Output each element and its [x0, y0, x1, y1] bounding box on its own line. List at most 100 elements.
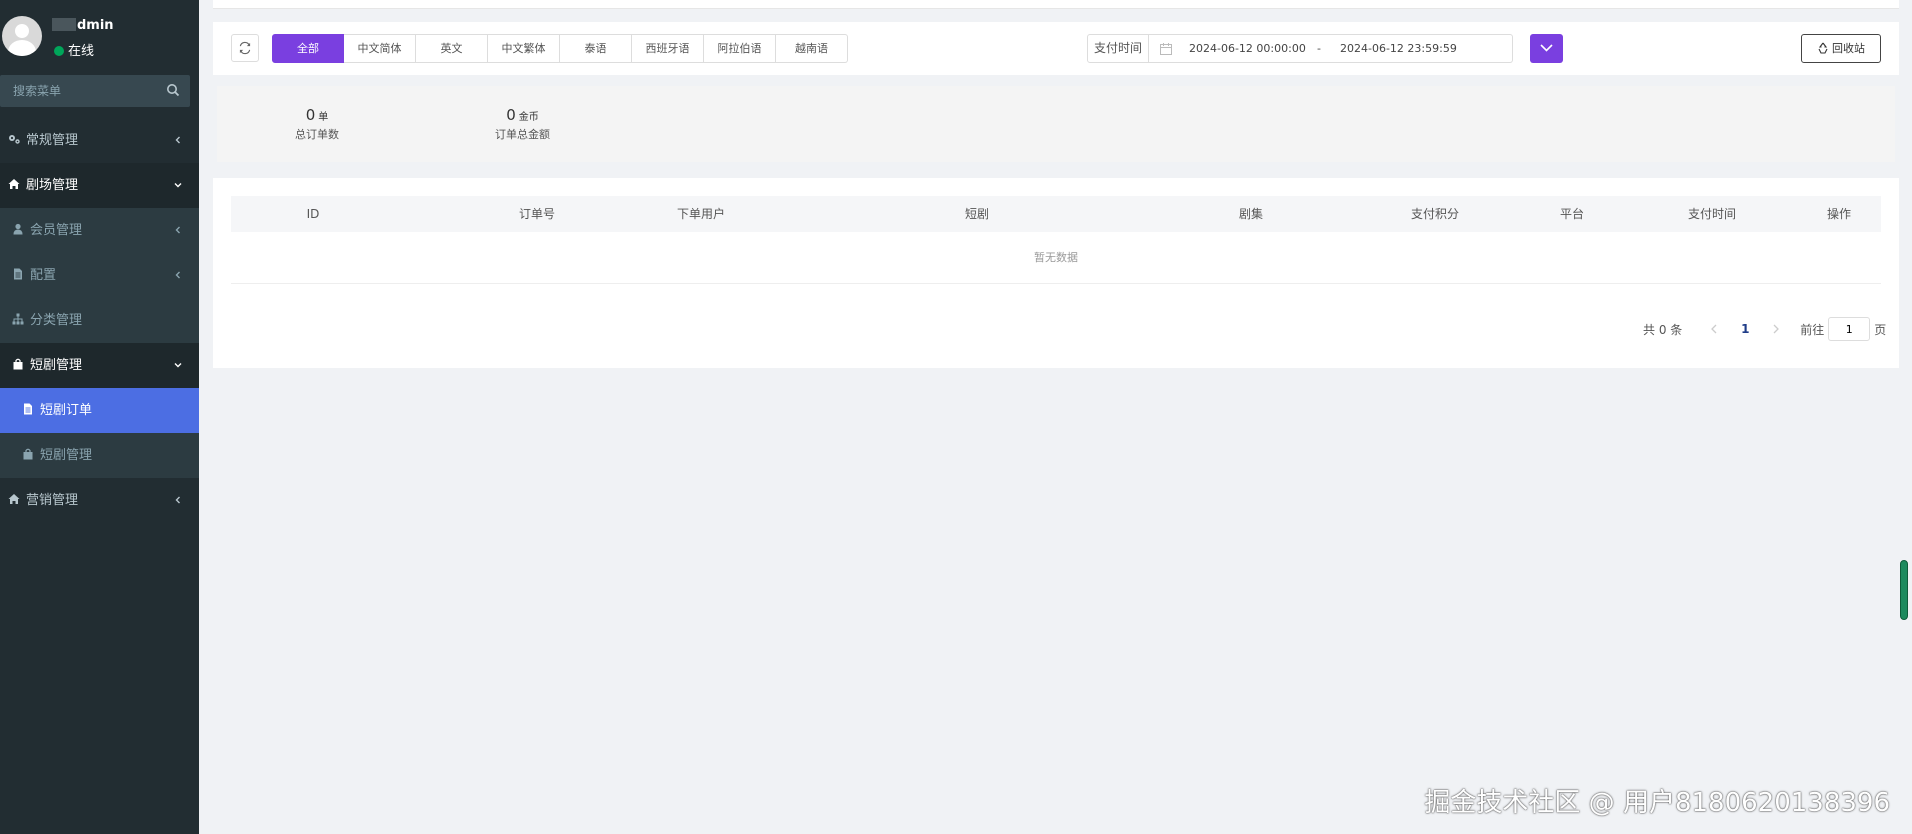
user-status: 在线 [54, 40, 94, 59]
recycle-icon [1818, 42, 1828, 54]
date-separator: - [1317, 42, 1321, 55]
table-empty: 暂无数据 [231, 232, 1881, 284]
sidebar-item-category[interactable]: 分类管理 [0, 298, 199, 343]
sidebar-item-label: 营销管理 [26, 493, 79, 508]
sidebar-item-marketing[interactable]: 营销管理 [0, 478, 199, 523]
date-label: 支付时间 [1087, 34, 1149, 63]
pay-time-filter: 支付时间 2024-06-12 00:00:00 - 2024-06-12 23… [1087, 34, 1513, 63]
stat-amount-label: 订单总金额 [495, 128, 550, 141]
sidebar-item-label: 分类管理 [30, 313, 83, 328]
recycle-bin-label: 回收站 [1832, 42, 1865, 55]
sidebar-item-label: 常规管理 [26, 133, 79, 148]
col-user: 下单用户 [676, 207, 726, 221]
sidebar-item-general[interactable]: 常规管理 [0, 118, 199, 163]
user-icon [13, 223, 23, 235]
sidebar-menu: 常规管理 剧场管理 会员管理 配置 分类管理 短剧管理 短剧订单 短剧管理 营销… [0, 118, 199, 523]
venue-submenu: 会员管理 配置 分类管理 短剧管理 短剧订单 短剧管理 [0, 208, 199, 478]
chevron-left-icon [175, 496, 180, 504]
file-text-icon [14, 268, 22, 280]
tab-thai[interactable]: 泰语 [560, 34, 632, 63]
tab-all[interactable]: 全部 [272, 34, 344, 63]
order-stats: 0单 总订单数 0 金币 订单总金额 [217, 86, 1895, 162]
chevron-down-icon [1540, 44, 1553, 52]
pagination: 共 0 条 1 前往 页 [1643, 316, 1886, 342]
stat-amount-unit: 金币 [518, 112, 539, 123]
stat-total-amount: 0 金币 订单总金额 [495, 106, 550, 142]
calendar-icon [1160, 43, 1172, 55]
cogs-icon [9, 135, 20, 144]
filter-toggle-button[interactable] [1530, 34, 1563, 63]
sidebar-item-short-drama[interactable]: 短剧管理 [0, 343, 199, 388]
date-end[interactable]: 2024-06-12 23:59:59 [1340, 42, 1457, 55]
sidebar: dmin 在线 常规管理 剧场管理 会员管理 配置 分类管理 [0, 0, 199, 834]
col-order-no: 订单号 [518, 207, 556, 221]
sidebar-item-label: 剧场管理 [26, 178, 79, 193]
shopping-bag-icon [13, 358, 23, 370]
date-start[interactable]: 2024-06-12 00:00:00 [1189, 42, 1306, 55]
stat-amount-value: 0 [506, 106, 516, 124]
toolbar: 全部 中文简体 英文 中文繁体 泰语 西班牙语 阿拉伯语 越南语 支付时间 20… [213, 22, 1899, 75]
avatar [2, 16, 42, 56]
chevron-left-icon [175, 136, 180, 144]
date-range-picker[interactable]: 2024-06-12 00:00:00 - 2024-06-12 23:59:5… [1149, 34, 1513, 63]
col-actions: 操作 [1826, 207, 1852, 221]
home-icon [8, 179, 20, 189]
page-suffix: 页 [1874, 322, 1887, 337]
pagination-total: 共 0 条 [1643, 322, 1683, 337]
refresh-button[interactable] [231, 34, 259, 62]
online-dot-icon [54, 46, 64, 56]
sidebar-item-label: 会员管理 [30, 223, 83, 238]
search-icon[interactable] [166, 83, 180, 97]
sidebar-item-label: 短剧管理 [40, 448, 93, 463]
tab-vietnamese[interactable]: 越南语 [776, 34, 848, 63]
stat-orders-label: 总订单数 [295, 128, 339, 141]
shopping-bag-icon [23, 448, 33, 460]
col-id: ID [306, 207, 320, 221]
chevron-right-icon[interactable] [1766, 319, 1786, 339]
user-name-text: dmin [77, 18, 114, 33]
main-content: 全部 中文简体 英文 中文繁体 泰语 西班牙语 阿拉伯语 越南语 支付时间 20… [199, 0, 1912, 834]
tab-arabic[interactable]: 阿拉伯语 [704, 34, 776, 63]
page-number[interactable]: 1 [1732, 322, 1758, 336]
goto-page-input[interactable] [1828, 317, 1871, 341]
refresh-icon [239, 41, 251, 55]
menu-search-input[interactable] [0, 75, 160, 107]
tab-zh-hans[interactable]: 中文简体 [344, 34, 416, 63]
sidebar-item-label: 短剧管理 [30, 358, 83, 373]
name-blur [52, 18, 76, 31]
tab-zh-hant[interactable]: 中文繁体 [488, 34, 560, 63]
chevron-left-icon[interactable] [1704, 319, 1724, 339]
table-header: ID 订单号 下单用户 短剧 剧集 支付积分 平台 支付时间 操作 [231, 196, 1881, 232]
user-panel: dmin 在线 [0, 0, 199, 74]
user-name: dmin [52, 18, 114, 33]
user-status-text: 在线 [68, 44, 95, 59]
chevron-down-icon [174, 363, 182, 368]
tab-spanish[interactable]: 西班牙语 [632, 34, 704, 63]
sidebar-item-label: 短剧订单 [40, 403, 93, 418]
col-platform: 平台 [1559, 207, 1585, 221]
chevron-left-icon [175, 271, 180, 279]
top-tabs-bar [213, 0, 1899, 9]
sidebar-item-members[interactable]: 会员管理 [0, 208, 199, 253]
chevron-left-icon [175, 226, 180, 234]
sidebar-item-config[interactable]: 配置 [0, 253, 199, 298]
col-pay-time: 支付时间 [1687, 207, 1737, 221]
home-icon [8, 494, 20, 504]
sidebar-item-venue[interactable]: 剧场管理 [0, 163, 199, 208]
menu-search [0, 75, 190, 107]
sidebar-item-drama-manage[interactable]: 短剧管理 [0, 433, 199, 478]
recycle-bin-button[interactable]: 回收站 [1801, 34, 1881, 63]
stat-orders-value: 0 [305, 106, 316, 124]
sidebar-item-drama-orders[interactable]: 短剧订单 [0, 388, 199, 433]
sidebar-item-label: 配置 [30, 268, 57, 283]
stat-orders-unit: 单 [318, 112, 329, 123]
sitemap-icon [12, 313, 24, 325]
col-episode: 剧集 [1238, 207, 1264, 221]
scrollbar-handle[interactable] [1900, 560, 1908, 620]
file-text-icon [24, 403, 32, 415]
short-drama-submenu: 短剧订单 短剧管理 [0, 388, 199, 478]
orders-table: ID 订单号 下单用户 短剧 剧集 支付积分 平台 支付时间 操作 暂无数据 共… [213, 178, 1899, 368]
tab-english[interactable]: 英文 [416, 34, 488, 63]
language-tabs: 全部 中文简体 英文 中文繁体 泰语 西班牙语 阿拉伯语 越南语 [272, 34, 848, 63]
goto-label: 前往 [1800, 322, 1825, 337]
